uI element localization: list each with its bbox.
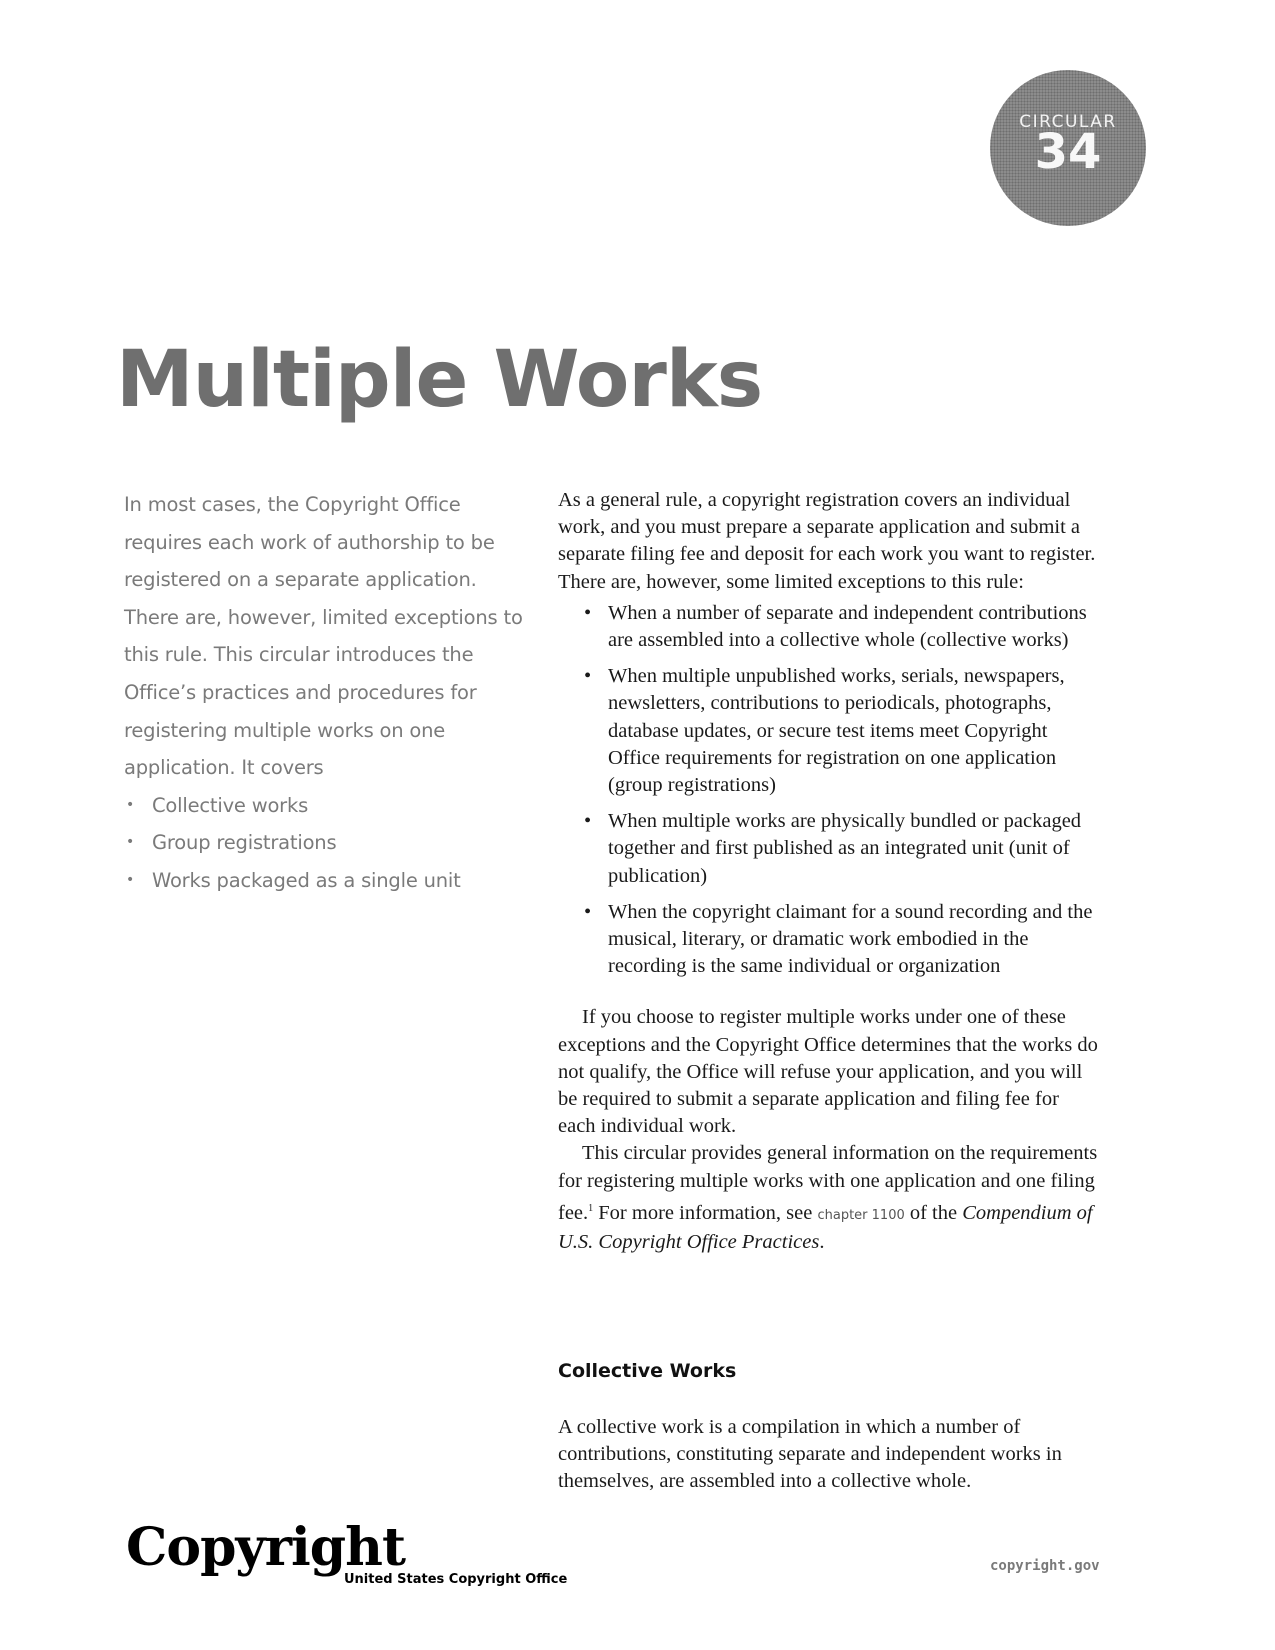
intro-topic-item: • Collective works xyxy=(124,787,524,825)
intro-topic-item: • Works packaged as a single unit xyxy=(124,862,524,900)
intro-text: In most cases, the Copyright Office requ… xyxy=(124,493,523,780)
bullet-icon: • xyxy=(126,796,135,813)
site-url[interactable]: copyright.gov xyxy=(990,1558,1100,1574)
logo-subtitle: United States Copyright Office xyxy=(344,1572,568,1587)
intro-summary: In most cases, the Copyright Office requ… xyxy=(124,486,524,900)
body-paragraph: As a general rule, a copyright registrat… xyxy=(558,489,1096,593)
main-body: As a general rule, a copyright registrat… xyxy=(558,487,1098,1256)
exception-item: • When the copyright claimant for a sound… xyxy=(584,900,1093,978)
copyright-office-logo: Copyright United States Copyright Office xyxy=(126,1517,567,1588)
bullet-icon: • xyxy=(584,665,592,688)
bullet-icon: • xyxy=(584,900,592,923)
body-paragraph: If you choose to register multiple works… xyxy=(558,1006,1098,1138)
exceptions-list: • When a number of separate and independe… xyxy=(558,600,1098,981)
exception-item: • When multiple works are physically bund… xyxy=(584,810,1082,887)
bullet-icon: • xyxy=(584,810,592,833)
page-title: Multiple Works xyxy=(116,335,763,425)
copyright-logo-icon: Copyright xyxy=(126,1517,406,1578)
exception-item: • When multiple unpublished works, serial… xyxy=(584,665,1065,797)
body-paragraph: This circular provides general informati… xyxy=(558,1142,1098,1254)
exception-item: • When a number of separate and independe… xyxy=(584,601,1087,652)
badge-number: 34 xyxy=(1034,124,1102,180)
bullet-icon: • xyxy=(584,601,592,624)
bullet-icon: • xyxy=(126,871,135,888)
section-body: A collective work is a compilation in wh… xyxy=(558,1414,1098,1496)
circular-badge: CIRCULAR 34 xyxy=(990,70,1146,226)
section-paragraph: A collective work is a compilation in wh… xyxy=(558,1416,1062,1493)
intro-topic-item: • Group registrations xyxy=(124,824,524,862)
bullet-icon: • xyxy=(126,834,135,851)
chapter-link[interactable]: chapter 1100 xyxy=(817,1208,904,1223)
section-heading: Collective Works xyxy=(558,1360,737,1382)
intro-topics-list: • Collective works • Group registrations •… xyxy=(124,787,524,900)
